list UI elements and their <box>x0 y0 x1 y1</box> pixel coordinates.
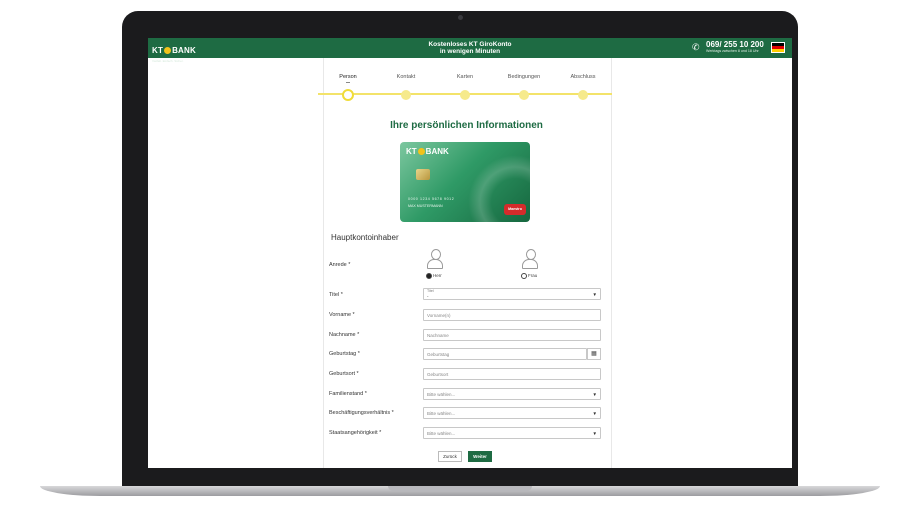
chevron-down-icon: ▼ <box>592 392 597 397</box>
beschaeftigung-value: Bitte wählen... <box>427 411 456 416</box>
anrede-label: Anrede * <box>329 262 351 268</box>
staatsangehoerigkeit-select[interactable]: Bitte wählen... ▼ <box>423 427 601 439</box>
step-dot-karten[interactable] <box>460 90 470 100</box>
familienstand-value: Bitte wählen... <box>427 392 456 397</box>
phone-icon: ✆ <box>692 42 700 52</box>
step-karten[interactable]: Karten <box>457 74 473 80</box>
familienstand-label: Familienstand * <box>329 391 367 397</box>
beschaeftigung-label: Beschäftigungsverhältnis * <box>329 410 394 416</box>
globe-icon <box>164 47 172 54</box>
radio-herr[interactable] <box>426 273 432 279</box>
vorname-input[interactable]: Vorname(n) <box>423 309 601 321</box>
logo-text-right: BANK <box>172 46 196 55</box>
vorname-label: Vorname * <box>329 312 355 318</box>
step-dot-bedingungen[interactable] <box>519 90 529 100</box>
staatsangehoerigkeit-label: Staatsangehörigkeit * <box>329 430 382 436</box>
card-logo: KT BANK <box>406 147 449 156</box>
step-bedingungen[interactable]: Bedingungen <box>508 74 540 80</box>
step-kontakt[interactable]: Kontakt <box>397 74 416 80</box>
chevron-down-icon: ▼ <box>592 411 597 416</box>
chevron-down-icon: ▼ <box>592 431 597 436</box>
step-dot-person[interactable] <box>342 89 354 101</box>
titel-select[interactable]: Titel - ▼ <box>423 288 601 300</box>
header-title-line1: Kostenloses KT GiroKonto <box>428 41 512 48</box>
phone-number: 069/ 255 10 200 <box>706 40 764 49</box>
user-avatar-icon[interactable] <box>427 249 443 269</box>
header-bar: KT BANK Vielfalt. Einfach. Sicher. Kosten… <box>148 38 792 63</box>
staatsangehoerigkeit-value: Bitte wählen... <box>427 431 456 436</box>
page-title: Ihre persönlichen Informationen <box>390 120 543 131</box>
step-dot-abschluss[interactable] <box>578 90 588 100</box>
radio-frau[interactable] <box>521 273 527 279</box>
next-button[interactable]: Weiter <box>468 451 492 462</box>
geburtsort-label: Geburtsort * <box>329 371 359 377</box>
logo-tagline: Vielfalt. Einfach. Sicher. <box>152 59 184 63</box>
geburtsort-input[interactable]: Geburtsort <box>423 368 601 380</box>
card-chip-icon <box>416 169 430 180</box>
beschaeftigung-select[interactable]: Bitte wählen... ▼ <box>423 407 601 419</box>
header-title-line2: in wenigen Minuten <box>439 48 501 55</box>
step-active-marker <box>346 82 350 83</box>
step-abschluss[interactable]: Abschluss <box>570 74 595 80</box>
card-number: 0000 1234 5678 9012 <box>408 197 455 201</box>
geburtstag-input[interactable]: Geburtstag <box>423 348 587 360</box>
radio-herr-label: Herr <box>433 273 442 278</box>
phone-hours: Werktags zwischen 8 und 18 Uhr <box>706 49 759 53</box>
header-title: Kostenloses KT GiroKonto in wenigen Minu… <box>370 41 570 55</box>
nachname-input[interactable]: Nachname <box>423 329 601 341</box>
card-brand-logo: Maestro <box>504 204 526 215</box>
laptop-notch <box>388 486 532 491</box>
section-title: Hauptkontoinhaber <box>331 233 399 242</box>
nachname-label: Nachname * <box>329 332 360 338</box>
kt-bank-logo[interactable]: KT BANK Vielfalt. Einfach. Sicher. <box>152 40 196 63</box>
card-holder: MAX MUSTERMANN <box>408 204 443 208</box>
screen: KT BANK Vielfalt. Einfach. Sicher. Kosten… <box>148 38 792 468</box>
chevron-down-icon: ▼ <box>592 292 597 297</box>
familienstand-select[interactable]: Bitte wählen... ▼ <box>423 388 601 400</box>
step-dot-kontakt[interactable] <box>401 90 411 100</box>
logo-text-left: KT <box>152 46 164 55</box>
step-person[interactable]: Person <box>339 74 356 80</box>
german-flag-icon[interactable] <box>771 42 785 53</box>
globe-icon <box>417 148 425 155</box>
titel-label: Titel * <box>329 292 343 298</box>
camera-icon <box>458 15 463 20</box>
titel-value: - <box>427 294 429 299</box>
geburtstag-label: Geburtstag * <box>329 351 360 357</box>
radio-frau-label: Frau <box>528 273 538 278</box>
user-avatar-icon[interactable] <box>522 249 538 269</box>
back-button[interactable]: Zurück <box>438 451 462 462</box>
bank-card-image: KT BANK 0000 1234 5678 9012 MAX MUSTERMAN… <box>400 142 530 222</box>
calendar-icon[interactable]: ▦ <box>587 348 601 360</box>
